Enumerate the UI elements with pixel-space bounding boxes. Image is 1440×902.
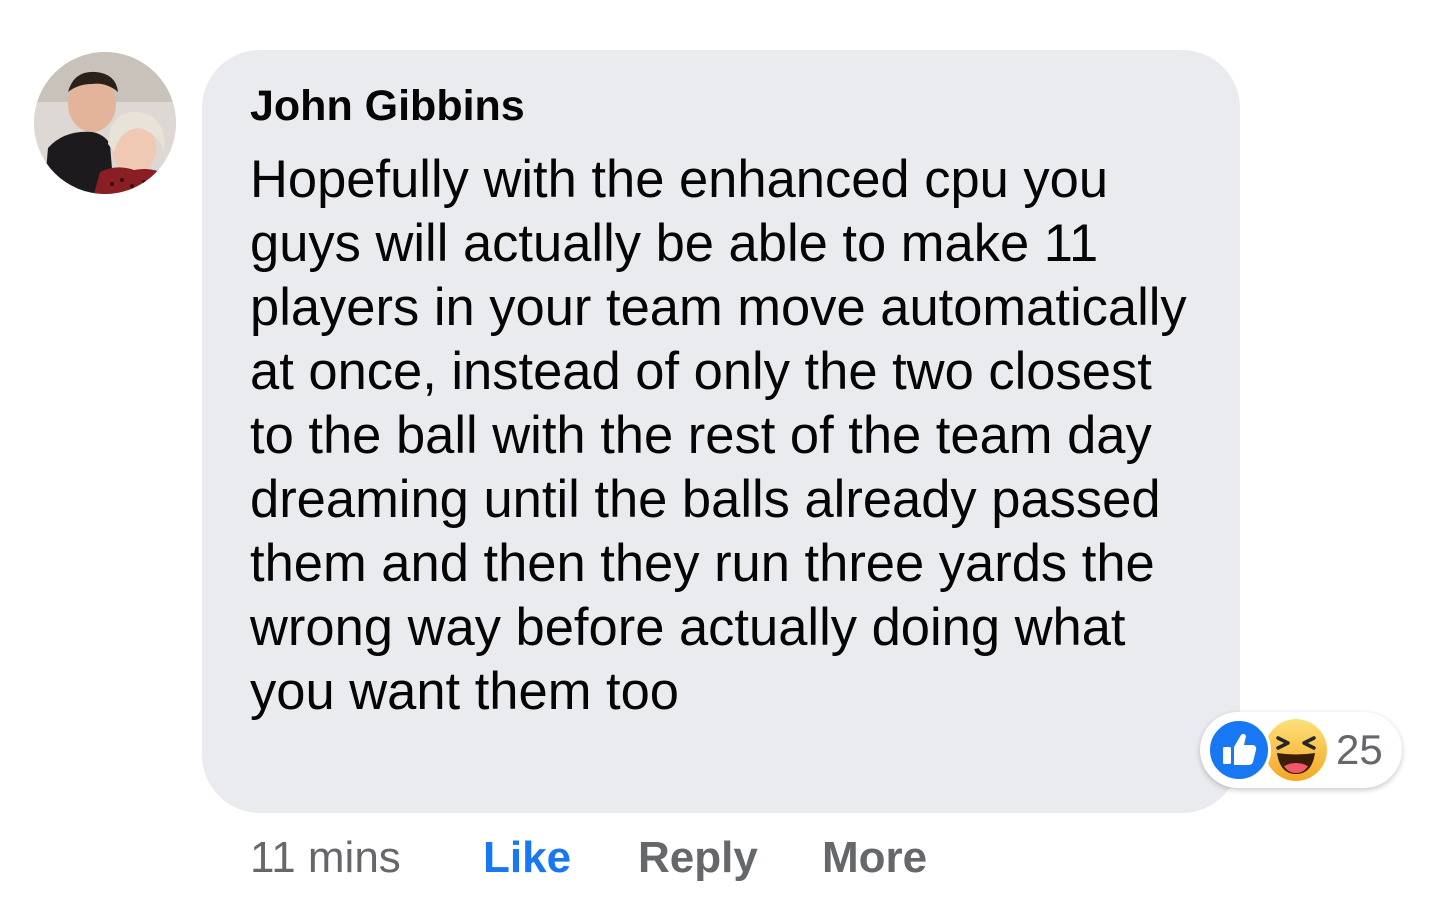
profile-photo-icon <box>34 52 176 194</box>
more-button[interactable]: More <box>822 830 927 886</box>
comment-text: Hopefully with the enhanced cpu you guys… <box>250 150 1187 721</box>
haha-reaction-icon <box>1264 718 1328 782</box>
comment-bubble: John Gibbins Hopefully with the enhanced… <box>202 50 1240 813</box>
avatar[interactable] <box>34 52 176 194</box>
comment: John Gibbins Hopefully with the enhanced… <box>0 0 1440 902</box>
like-reaction-icon <box>1207 718 1271 782</box>
comment-timestamp[interactable]: 11 mins <box>250 830 401 886</box>
reply-button[interactable]: Reply <box>638 830 758 886</box>
reactions-summary[interactable]: 25 <box>1200 712 1402 788</box>
reaction-count: 25 <box>1336 726 1383 773</box>
like-button[interactable]: Like <box>483 830 571 886</box>
comment-author[interactable]: John Gibbins <box>250 80 1200 132</box>
